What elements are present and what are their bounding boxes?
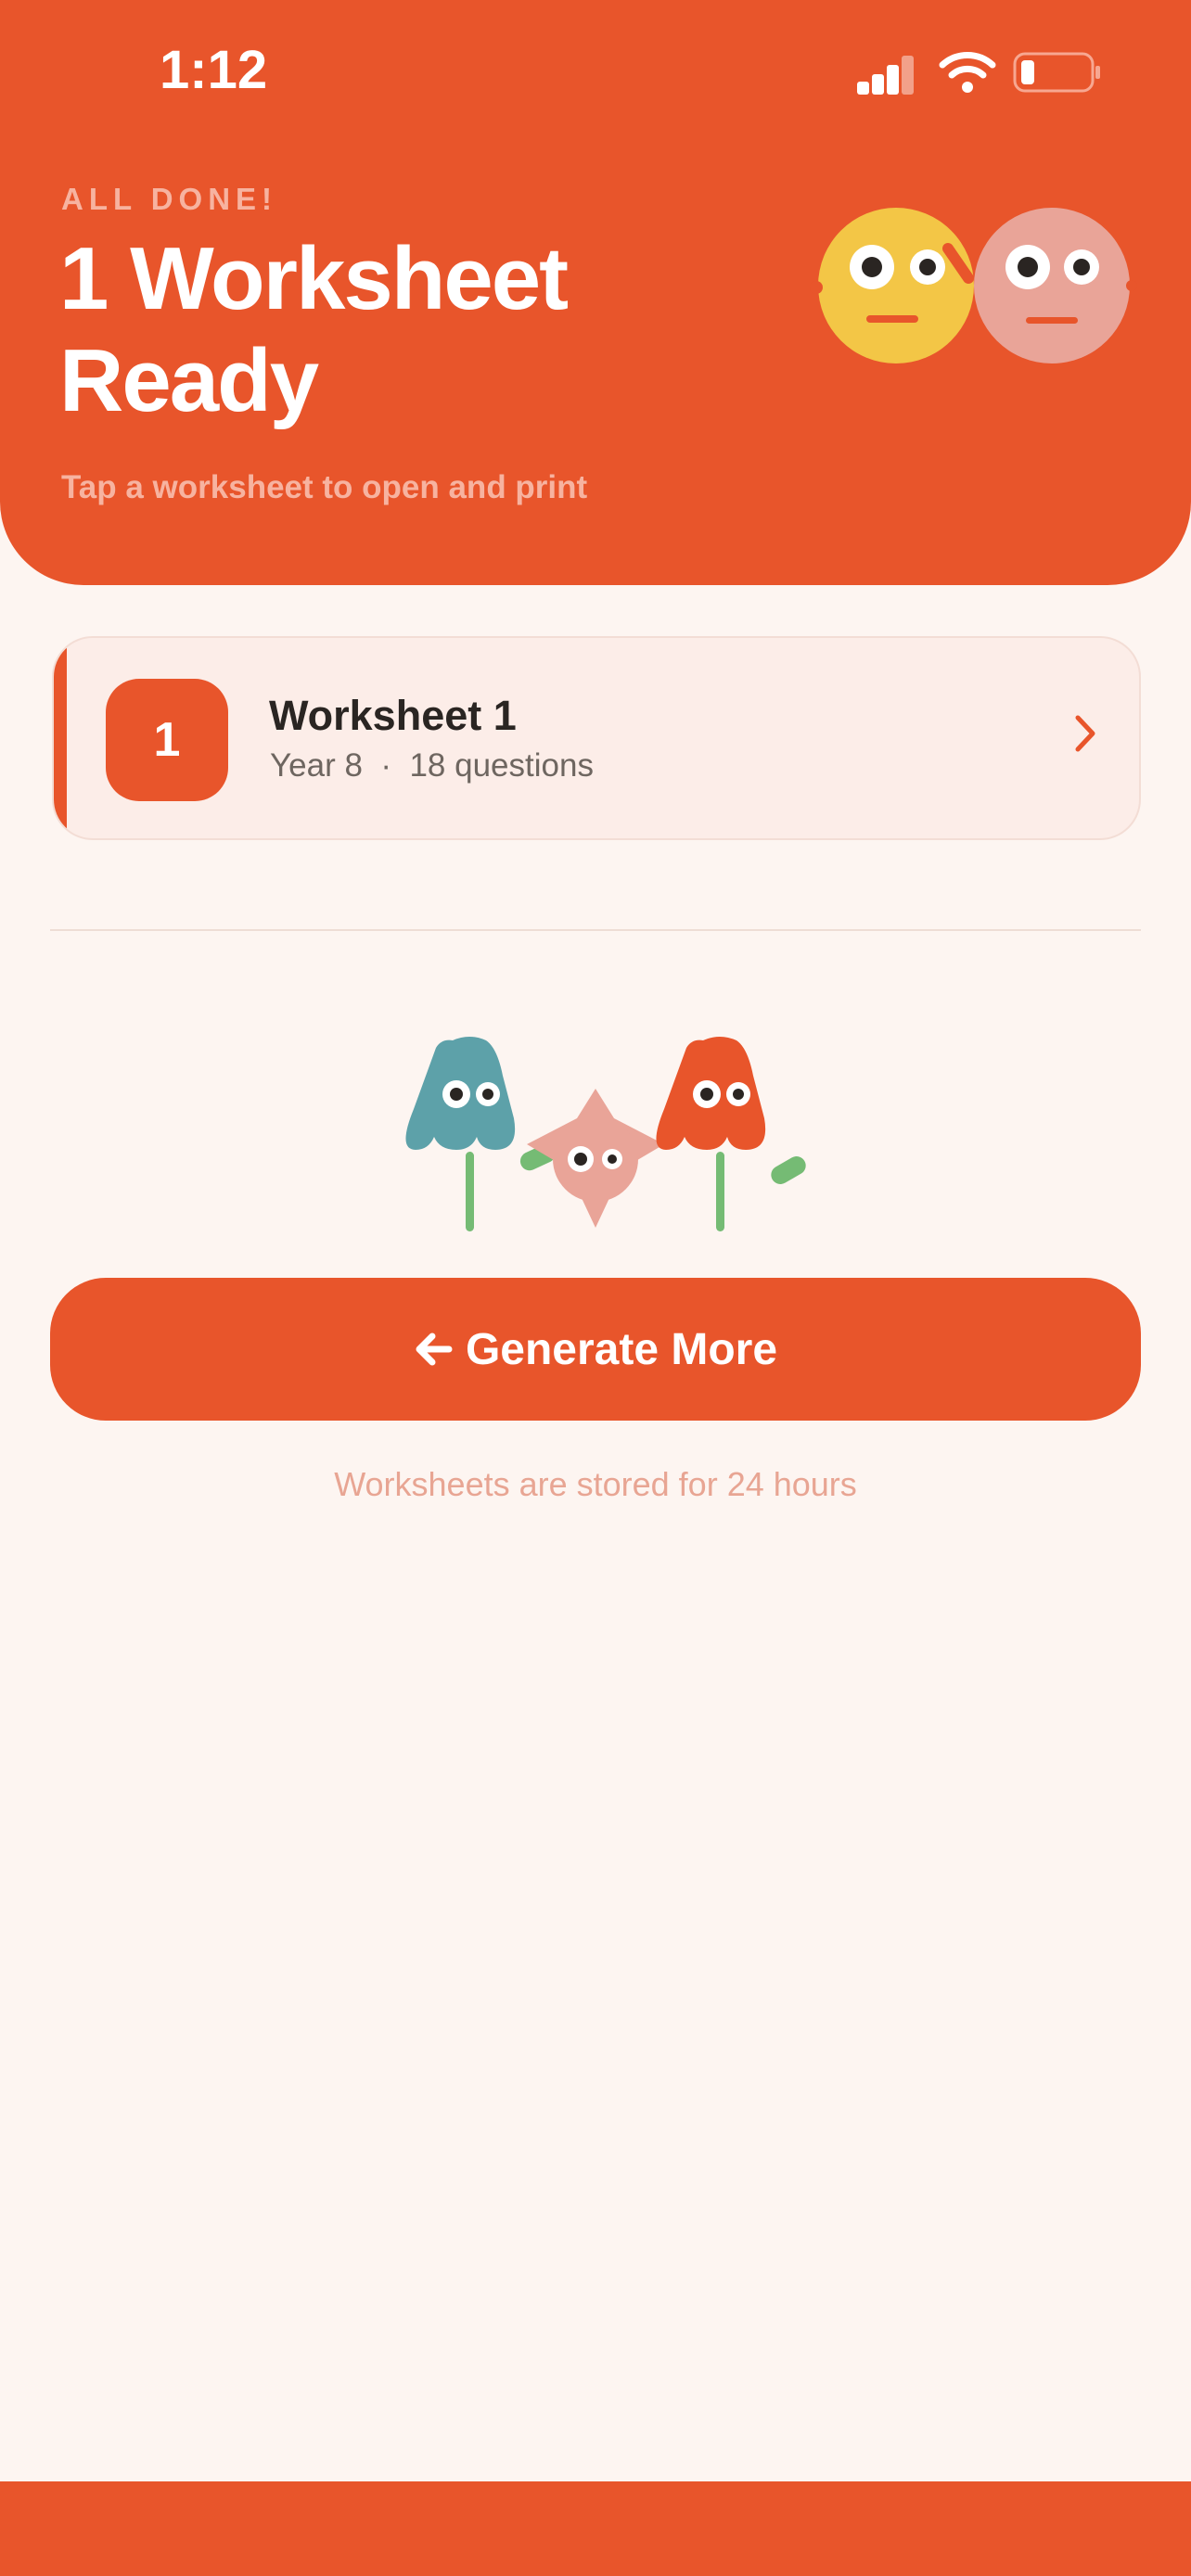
page-subtitle: Tap a worksheet to open and print bbox=[61, 469, 588, 505]
bottom-bar bbox=[0, 2481, 1191, 2576]
pink-star-monster bbox=[519, 1089, 664, 1228]
pink-face bbox=[974, 208, 1137, 363]
storage-note: Worksheets are stored for 24 hours bbox=[334, 1465, 857, 1503]
chevron-right-icon[interactable] bbox=[1067, 710, 1104, 757]
generate-more-label: Generate More bbox=[465, 1324, 778, 1374]
header: 1:12 ALL DONE! 1 Worksheet Ready Tap a w… bbox=[0, 0, 1191, 585]
monsters-illustration bbox=[405, 1037, 806, 1231]
battery-icon bbox=[1013, 52, 1100, 93]
worksheet-title: Worksheet 1 bbox=[269, 692, 517, 739]
signal-icon bbox=[853, 45, 918, 100]
red-monster bbox=[656, 1037, 806, 1231]
eyebrow-label: ALL DONE! bbox=[61, 182, 278, 216]
status-time: 1:12 bbox=[160, 40, 268, 100]
teal-monster bbox=[405, 1037, 516, 1231]
status-icons bbox=[853, 45, 1104, 100]
worksheets-ready-screen: 1:12 ALL DONE! 1 Worksheet Ready Tap a w… bbox=[0, 0, 1191, 2576]
yellow-face bbox=[810, 208, 974, 363]
card-accent-bar bbox=[54, 638, 67, 838]
page-title: 1 Worksheet Ready bbox=[59, 229, 569, 430]
divider bbox=[50, 929, 1141, 931]
wifi-icon bbox=[939, 52, 996, 93]
worksheet-card[interactable]: 1 Worksheet 1 Year 8 · 18 questions bbox=[52, 636, 1141, 840]
worksheet-number-badge: 1 bbox=[106, 679, 228, 801]
worksheet-meta: Year 8 · 18 questions bbox=[270, 747, 594, 784]
arrow-left-icon bbox=[416, 1333, 453, 1366]
mascot-faces-illustration bbox=[810, 208, 1137, 363]
generate-more-button[interactable]: Generate More bbox=[50, 1278, 1141, 1421]
